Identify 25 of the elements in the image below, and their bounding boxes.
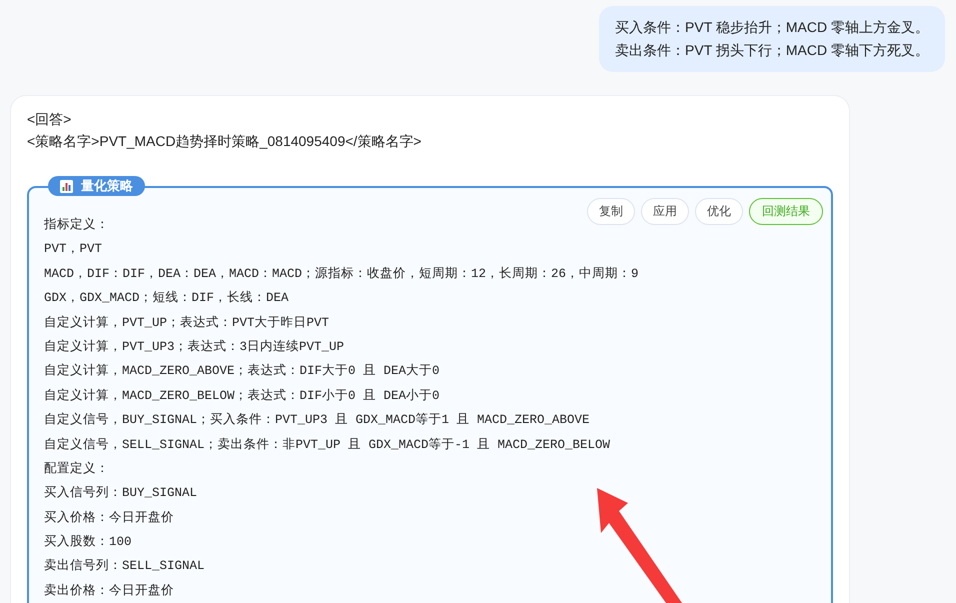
code-line: PVT，PVT [44,241,104,258]
code-line: 自定义计算，MACD_ZERO_BELOW；表达式：DIF小于0 且 DEA小于0 [44,388,441,405]
badge-label: 量化策略 [81,178,133,195]
code-line: 自定义信号，BUY_SIGNAL；买入条件：PVT_UP3 且 GDX_MACD等于1 且 MACD_ZERO_ABOVE [44,412,591,430]
code-line: 买入股数：100 [44,534,133,552]
code-line: 配置定义： [44,460,110,478]
code-line: 自定义信号，SELL_SIGNAL；卖出条件：非PVT_UP 且 GDX_MACD等于-1 且 MACD_ZERO_BELOW [44,436,612,454]
message-text: 卖出条件：PVT 拐头下行；MACD 零轴下方死叉。 [615,41,929,60]
code-line: 卖出价格：今日开盘价 [44,582,175,600]
code-line: 自定义计算，MACD_ZERO_ABOVE；表达式：DIF大于0 且 DEA大于0 [44,362,441,380]
action-button[interactable]: 优化 [695,198,743,225]
code-line: 自定义计算，PVT_UP3；表达式：3日内连续PVT_UP [44,338,346,356]
reply-text: <回答> [27,110,72,129]
code-line: 自定义计算，PVT_UP；表达式：PVT大于昨日PVT [44,314,330,332]
code-line: 买入信号列：BUY_SIGNAL [44,484,198,502]
message-text: 买入条件：PVT 稳步抬升；MACD 零轴上方金叉。 [615,18,929,37]
code-line: 卖出信号列：SELL_SIGNAL [44,558,206,576]
action-button[interactable]: 应用 [641,198,689,225]
code-line: 指标定义： [44,216,110,234]
code-line: GDX，GDX_MACD；短线：DIF，长线：DEA [44,290,290,308]
code-line: MACD，DIF：DIF，DEA：DEA，MACD：MACD；源指标：收盘价，短周期：12，长周期：26，中周期：9 [44,266,640,283]
code-line: 买入价格：今日开盘价 [44,510,175,527]
reply-text: <策略名字>PVT_MACD趋势择时策略_0814095409</策略名字> [27,132,422,151]
action-button[interactable]: 复制 [587,198,635,225]
bar-chart-icon [60,180,73,192]
